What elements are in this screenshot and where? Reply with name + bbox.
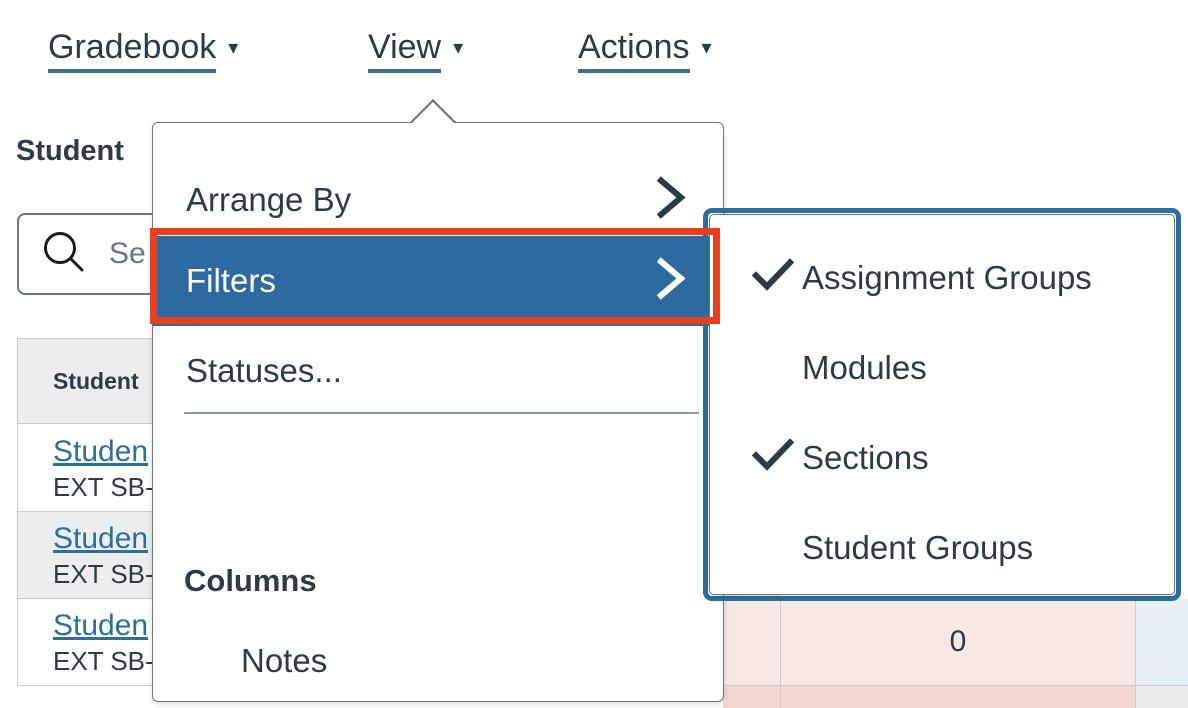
- menu-item-statuses[interactable]: Statuses...: [153, 326, 723, 416]
- search-icon: [41, 229, 87, 280]
- view-menu-popup: Arrange By Filters Statuses... Columns N…: [152, 122, 724, 702]
- menubar-item-gradebook-label: Gradebook: [48, 29, 217, 73]
- chevron-down-icon: ▾: [228, 37, 239, 59]
- submenu-item-student-groups[interactable]: Student Groups: [710, 503, 1174, 593]
- total-cell[interactable]: [1136, 686, 1188, 708]
- grade-cell[interactable]: [781, 686, 1136, 708]
- menu-item-notes-label: Notes: [241, 642, 328, 679]
- gradebook-menubar: Gradebook ▾ View ▾ Actions ▾: [0, 29, 1188, 90]
- page-title: Student: [16, 135, 124, 167]
- menu-item-statuses-label: Statuses...: [186, 352, 342, 389]
- search-input-placeholder: Se: [109, 237, 146, 270]
- menu-item-arrange-by-label: Arrange By: [186, 181, 352, 218]
- menu-item-filters[interactable]: Filters: [153, 236, 723, 326]
- menubar-item-actions[interactable]: Actions ▾: [578, 29, 712, 73]
- chevron-down-icon: ▾: [453, 37, 464, 59]
- submenu-item-student-groups-label: Student Groups: [802, 529, 1034, 566]
- menubar-item-view[interactable]: View ▾: [368, 29, 464, 73]
- submenu-item-modules[interactable]: Modules: [710, 323, 1174, 413]
- menubar-item-view-label: View: [368, 29, 442, 73]
- menubar-item-gradebook[interactable]: Gradebook ▾: [48, 29, 239, 73]
- submenu-item-assignment-groups[interactable]: Assignment Groups: [710, 233, 1174, 323]
- submenu-item-assignment-groups-label: Assignment Groups: [802, 259, 1092, 296]
- menu-pointer: [412, 102, 454, 123]
- checkmark-icon: [751, 438, 795, 478]
- total-cell[interactable]: [1136, 599, 1188, 686]
- filters-submenu: Assignment Groups Modules Sections Stude…: [709, 214, 1175, 595]
- grade-cell-score[interactable]: 0: [781, 599, 1136, 686]
- menu-divider: [184, 412, 699, 414]
- submenu-item-modules-label: Modules: [802, 349, 927, 386]
- submenu-item-sections[interactable]: Sections: [710, 413, 1174, 503]
- chevron-right-icon: [655, 175, 689, 226]
- chevron-right-icon: [655, 256, 689, 307]
- grade-cell[interactable]: [723, 599, 781, 686]
- menubar-item-actions-label: Actions: [578, 29, 690, 73]
- grade-cell[interactable]: [723, 686, 781, 708]
- menu-item-filters-label: Filters: [186, 262, 276, 299]
- gradebook-screen: Gradebook ▾ View ▾ Actions ▾ Student Se …: [0, 0, 1188, 708]
- chevron-down-icon: ▾: [701, 37, 712, 59]
- menu-item-notes[interactable]: Notes: [153, 616, 723, 706]
- grid-column-header-label: Student: [53, 367, 139, 394]
- checkmark-icon: [751, 258, 795, 298]
- submenu-item-sections-label: Sections: [802, 439, 929, 476]
- menu-item-arrange-by[interactable]: Arrange By: [153, 155, 723, 245]
- menu-section-columns: Columns: [184, 563, 317, 598]
